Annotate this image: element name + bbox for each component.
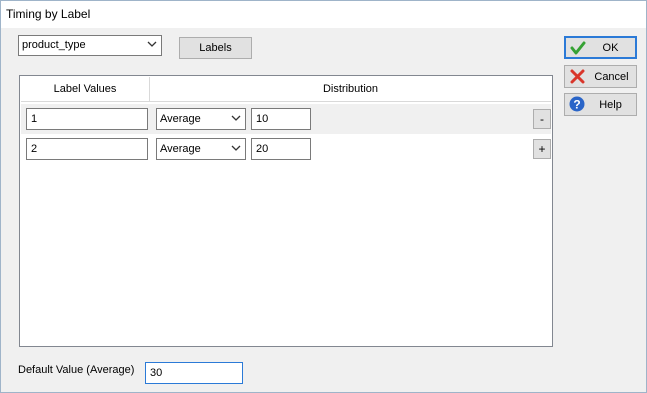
header-distribution: Distribution xyxy=(322,83,379,95)
chevron-down-icon xyxy=(231,115,241,121)
default-value-input[interactable]: 30 xyxy=(145,362,243,384)
default-value-text: 30 xyxy=(150,367,163,379)
label-select-value: product_type xyxy=(22,39,86,51)
check-icon xyxy=(570,41,586,55)
red-x-icon xyxy=(570,69,585,84)
amount-input[interactable]: 10 xyxy=(251,108,311,130)
help-button-label: Help xyxy=(599,98,622,111)
window-title: Timing by Label xyxy=(6,7,91,21)
ok-button[interactable]: OK xyxy=(564,36,637,59)
help-button[interactable]: ? Help xyxy=(564,93,637,116)
distribution-value: Average xyxy=(160,143,201,155)
header-label-values: Label Values xyxy=(21,77,150,101)
default-value-label: Default Value (Average) xyxy=(18,364,135,376)
chevron-down-icon xyxy=(231,145,241,151)
label-select[interactable]: product_type xyxy=(18,35,162,56)
title-bar: Timing by Label xyxy=(1,1,646,28)
cancel-button-label: Cancel xyxy=(594,70,629,83)
svg-text:?: ? xyxy=(573,98,580,112)
ok-button-label: OK xyxy=(602,41,619,54)
amount-text: 10 xyxy=(256,113,269,125)
amount-text: 20 xyxy=(256,143,269,155)
distribution-select[interactable]: Average xyxy=(156,138,246,160)
label-value-input[interactable]: 2 xyxy=(26,138,148,160)
table-row: 2 Average 20 + xyxy=(21,134,551,164)
label-values-grid: Label Values Distribution 1 Average 10 -… xyxy=(19,75,553,347)
label-value-text: 2 xyxy=(31,143,38,155)
add-row-button[interactable]: + xyxy=(533,139,551,159)
labels-button[interactable]: Labels xyxy=(179,37,252,59)
labels-button-label: Labels xyxy=(199,42,232,54)
timing-dialog: Timing by Label product_type Labels OK C… xyxy=(0,0,647,393)
distribution-select[interactable]: Average xyxy=(156,108,246,130)
label-value-text: 1 xyxy=(31,113,38,125)
grid-header: Label Values Distribution xyxy=(21,77,551,102)
distribution-value: Average xyxy=(160,113,201,125)
remove-row-button[interactable]: - xyxy=(533,109,551,129)
cancel-button[interactable]: Cancel xyxy=(564,65,637,88)
table-row: 1 Average 10 - xyxy=(21,104,551,134)
label-value-input[interactable]: 1 xyxy=(26,108,148,130)
chevron-down-icon xyxy=(147,41,157,47)
question-icon: ? xyxy=(569,96,585,112)
amount-input[interactable]: 20 xyxy=(251,138,311,160)
